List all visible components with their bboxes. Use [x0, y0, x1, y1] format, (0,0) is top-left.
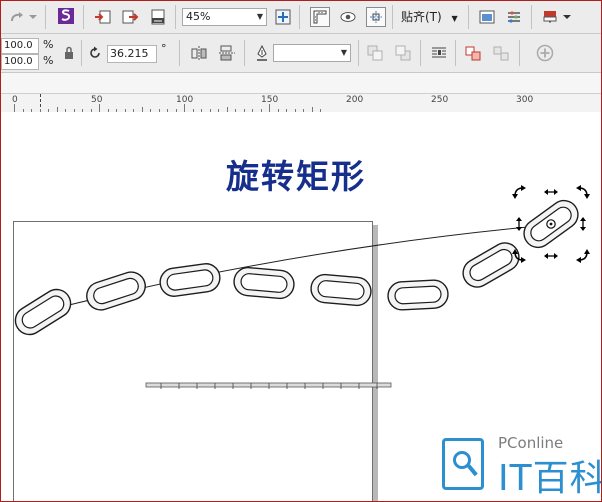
separator [455, 40, 456, 66]
toolbar-spacer [1, 73, 601, 93]
ruler-label: 100 [176, 95, 194, 105]
scale-x-field[interactable]: 100.0 [1, 38, 39, 54]
degree-unit: ° [161, 42, 167, 55]
rotation-icon [85, 43, 105, 63]
rotation-angle-value: 36.215 [110, 47, 149, 60]
chain-link[interactable] [233, 266, 295, 300]
chain-links [10, 199, 579, 340]
zoom-level-value: 45% [186, 10, 211, 23]
combine-icon[interactable] [463, 43, 483, 63]
ruler-label: 0 [12, 95, 18, 105]
application-launcher-icon[interactable] [540, 7, 560, 27]
scale-y-value: 100.0 [4, 56, 33, 67]
redo-icon[interactable] [7, 7, 27, 27]
ruler-label: 50 [91, 95, 103, 105]
separator [175, 5, 176, 29]
property-bar: 100.0 % 100.0 % 36.215 ° ▼ [1, 34, 601, 73]
guidelines-icon[interactable] [366, 7, 386, 27]
import-icon[interactable] [93, 7, 113, 27]
separator [519, 40, 520, 66]
ruler-tick [269, 104, 270, 112]
ruler-slider [145, 382, 392, 389]
chain-link[interactable] [458, 238, 524, 292]
skew-handle-icon[interactable] [580, 217, 586, 231]
to-back-icon[interactable] [393, 43, 413, 63]
slider-bar [145, 382, 392, 388]
ruler-label: 300 [516, 95, 534, 105]
separator [468, 5, 469, 29]
ruler-label: 150 [261, 95, 279, 105]
snap-to-menu[interactable]: 贴齐(T) ▼ [401, 7, 458, 29]
rulers-icon[interactable] [310, 7, 330, 27]
chevron-down-icon: ▼ [340, 48, 347, 57]
separator [45, 5, 46, 29]
break-apart-icon[interactable] [491, 43, 511, 63]
chevron-down-icon: ▼ [256, 12, 263, 21]
ruler-label: 200 [346, 95, 364, 105]
window-frame: 45% ▼ 贴齐(T) ▼ 100.0 % 100.0 % 36.215 ° ▼… [0, 0, 602, 502]
quick-customize-icon[interactable] [535, 43, 555, 63]
snap-to-label: 贴齐(T) [401, 10, 442, 24]
lock-ratio-icon[interactable] [59, 43, 79, 63]
ruler-tick [184, 104, 185, 112]
scale-y-unit: % [43, 54, 54, 67]
outline-width-combo[interactable]: ▼ [273, 44, 351, 62]
view-icon[interactable] [338, 7, 358, 27]
options-icon[interactable] [504, 7, 524, 27]
chain-link[interactable] [158, 262, 221, 298]
rotate-corner-handle-icon[interactable] [512, 185, 526, 199]
magnifier-logo-icon [442, 438, 484, 490]
rotate-corner-handle-icon[interactable] [576, 249, 590, 263]
horizontal-ruler[interactable]: 0 50 100 150 200 250 300 [1, 93, 601, 113]
redo-dropdown-icon[interactable] [27, 7, 39, 27]
skew-handle-icon[interactable] [544, 253, 558, 259]
chevron-down-icon: ▼ [451, 14, 458, 23]
skew-handle-icon[interactable] [544, 189, 558, 195]
separator [83, 5, 84, 29]
export-icon[interactable] [120, 7, 140, 27]
drawing-canvas[interactable]: 旋转矩形 PConline IT百科 [1, 112, 601, 501]
separator [392, 5, 393, 29]
separator [179, 40, 180, 66]
zoom-level-combo[interactable]: 45% ▼ [182, 8, 267, 26]
chain-link[interactable] [83, 268, 149, 313]
separator [420, 40, 421, 66]
full-screen-icon[interactable] [273, 7, 293, 27]
separator [81, 40, 82, 66]
scale-x-unit: % [43, 38, 54, 51]
chain-link[interactable] [10, 284, 76, 340]
watermark-big-text: IT百科 [498, 458, 602, 499]
separator [244, 40, 245, 66]
watermark: PConline IT百科 [438, 434, 601, 499]
rotation-center-icon[interactable] [546, 219, 556, 229]
wrap-text-icon[interactable] [429, 43, 449, 63]
separator [358, 40, 359, 66]
chain-link[interactable] [310, 273, 372, 307]
welcome-screen-icon[interactable] [477, 7, 497, 27]
mirror-vertical-icon[interactable] [217, 43, 237, 63]
scale-x-value: 100.0 [4, 40, 33, 51]
outline-pen-icon[interactable] [252, 43, 272, 63]
separator [299, 5, 300, 29]
rotate-corner-handle-icon[interactable] [576, 185, 590, 199]
separator [531, 5, 532, 29]
mirror-horizontal-icon[interactable] [189, 43, 209, 63]
launcher-dropdown-icon[interactable] [561, 7, 573, 27]
ruler-tick [14, 104, 15, 112]
ruler-tick [99, 104, 100, 112]
rotation-angle-field[interactable]: 36.215 [107, 45, 157, 63]
scale-y-field[interactable]: 100.0 [1, 54, 39, 70]
chain-link[interactable] [387, 279, 449, 311]
ruler-label: 250 [431, 95, 449, 105]
corel-app-icon[interactable] [56, 6, 76, 26]
skew-handle-icon[interactable] [516, 217, 522, 231]
publish-pdf-icon[interactable] [148, 7, 168, 27]
standard-toolbar: 45% ▼ 贴齐(T) ▼ [1, 1, 601, 34]
to-front-icon[interactable] [365, 43, 385, 63]
